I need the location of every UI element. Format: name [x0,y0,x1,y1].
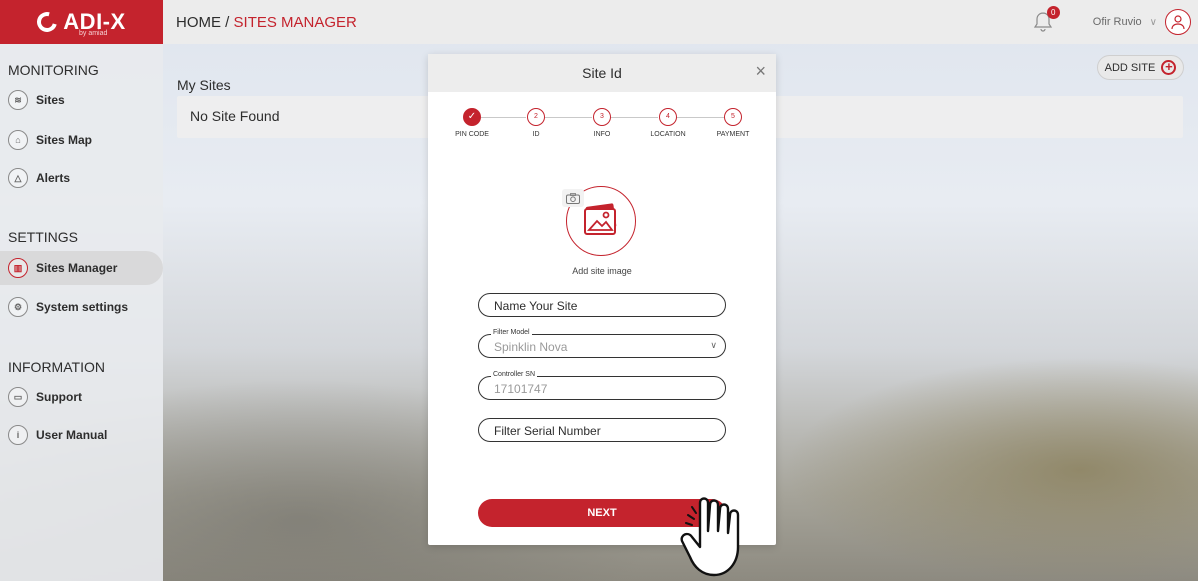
avatar[interactable] [1165,9,1191,35]
empty-state-text: No Site Found [190,108,280,124]
sidebar-item-alerts[interactable]: △ Alerts [0,161,163,195]
controller-sn-legend: Controller SN [491,371,538,378]
notification-badge: 0 [1046,6,1060,19]
sidebar-item-label: User Manual [36,428,108,442]
controller-sn-field[interactable]: Controller SN 17101747 [478,371,726,400]
close-icon[interactable]: × [755,61,766,82]
step-label: LOCATION [650,131,686,138]
site-id-modal: Site Id × ✓ PIN CODE 2 ID 3 INFO 4 LOCAT… [428,54,776,545]
filter-serial-input[interactable]: Filter Serial Number [478,418,726,442]
step-number: 5 [724,108,742,126]
modal-title: Site Id [582,65,622,81]
sidebar-item-label: Sites Map [36,133,93,147]
sidebar-item-label: Sites [36,93,65,107]
step-label: PIN CODE [455,131,489,138]
plus-circle-icon: + [1161,60,1177,75]
sidebar-item-sites[interactable]: ≋ Sites [0,83,163,117]
step-label: PAYMENT [716,131,750,138]
top-bar: ADI-X by amiad HOME / SITES MANAGER 0 Of… [0,0,1198,44]
manual-icon: i [8,425,28,445]
add-site-label: ADD SITE [1104,61,1156,74]
sidebar: MONITORING ≋ Sites ⌂ Sites Map △ Alerts … [0,44,163,581]
sidebar-item-support[interactable]: ▭ Support [0,380,163,414]
header-right: 0 Ofir Ruvio ∨ [1031,0,1198,44]
step-label: ID [532,131,540,138]
logo-mark-icon [33,8,61,36]
sidebar-item-sites-manager[interactable]: ▥ Sites Manager [0,251,163,285]
sidebar-item-user-manual[interactable]: i User Manual [0,418,163,452]
sidebar-item-label: Support [36,390,82,404]
user-name[interactable]: Ofir Ruvio [1093,16,1142,28]
step-number: 2 [527,108,545,126]
controller-sn-value: 17101747 [494,382,548,396]
breadcrumb: HOME / SITES MANAGER [176,14,357,31]
chevron-down-icon: ∨ [710,340,717,350]
user-icon [1171,15,1185,30]
section-title-information: INFORMATION [8,359,105,375]
step-label: INFO [593,131,611,138]
modal-header: Site Id × [428,54,776,92]
sites-manager-icon: ▥ [8,258,28,278]
add-image-label: Add site image [572,266,632,276]
layers-icon: ≋ [8,90,28,110]
sidebar-item-sites-map[interactable]: ⌂ Sites Map [0,123,163,157]
filter-model-legend: Filter Model [491,329,532,336]
add-site-button[interactable]: ADD SITE + [1097,55,1184,80]
step-number: 4 [659,108,677,126]
step-number: 3 [593,108,611,126]
sidebar-item-label: Alerts [36,171,71,185]
step-id: 2 ID [506,108,566,138]
site-name-input[interactable]: Name Your Site [478,293,726,317]
check-icon: ✓ [463,108,481,126]
site-name-placeholder: Name Your Site [494,299,578,313]
page-title: My Sites [177,77,231,93]
gear-icon: ⚙ [8,297,28,317]
map-icon: ⌂ [8,130,28,150]
alert-icon: △ [8,168,28,188]
step-payment: 5 PAYMENT [703,108,763,138]
logo-subtext: by amiad [79,30,108,37]
step-pin-code: ✓ PIN CODE [442,108,502,138]
section-title-settings: SETTINGS [8,229,79,245]
sidebar-item-system-settings[interactable]: ⚙ System settings [0,290,163,324]
notifications-button[interactable]: 0 [1031,6,1060,34]
section-title-monitoring: MONITORING [8,62,99,78]
step-info: 3 INFO [572,108,632,138]
filter-model-select[interactable]: Filter Model Spinklin Nova ∨ [478,329,726,358]
sidebar-item-label: System settings [36,300,129,314]
logo[interactable]: ADI-X by amiad [0,0,163,44]
sidebar-item-label: Sites Manager [36,261,118,275]
filter-serial-placeholder: Filter Serial Number [494,424,601,438]
breadcrumb-current: SITES MANAGER [233,13,357,31]
chevron-down-icon[interactable]: ∨ [1150,17,1157,28]
hand-pointer-icon [680,497,740,577]
filter-model-value: Spinklin Nova [494,340,568,354]
step-location: 4 LOCATION [638,108,698,138]
chat-icon: ▭ [8,387,28,407]
image-icon [584,203,617,235]
breadcrumb-home[interactable]: HOME / [176,14,234,31]
camera-glyph-icon [566,192,580,204]
camera-icon[interactable] [562,189,584,207]
